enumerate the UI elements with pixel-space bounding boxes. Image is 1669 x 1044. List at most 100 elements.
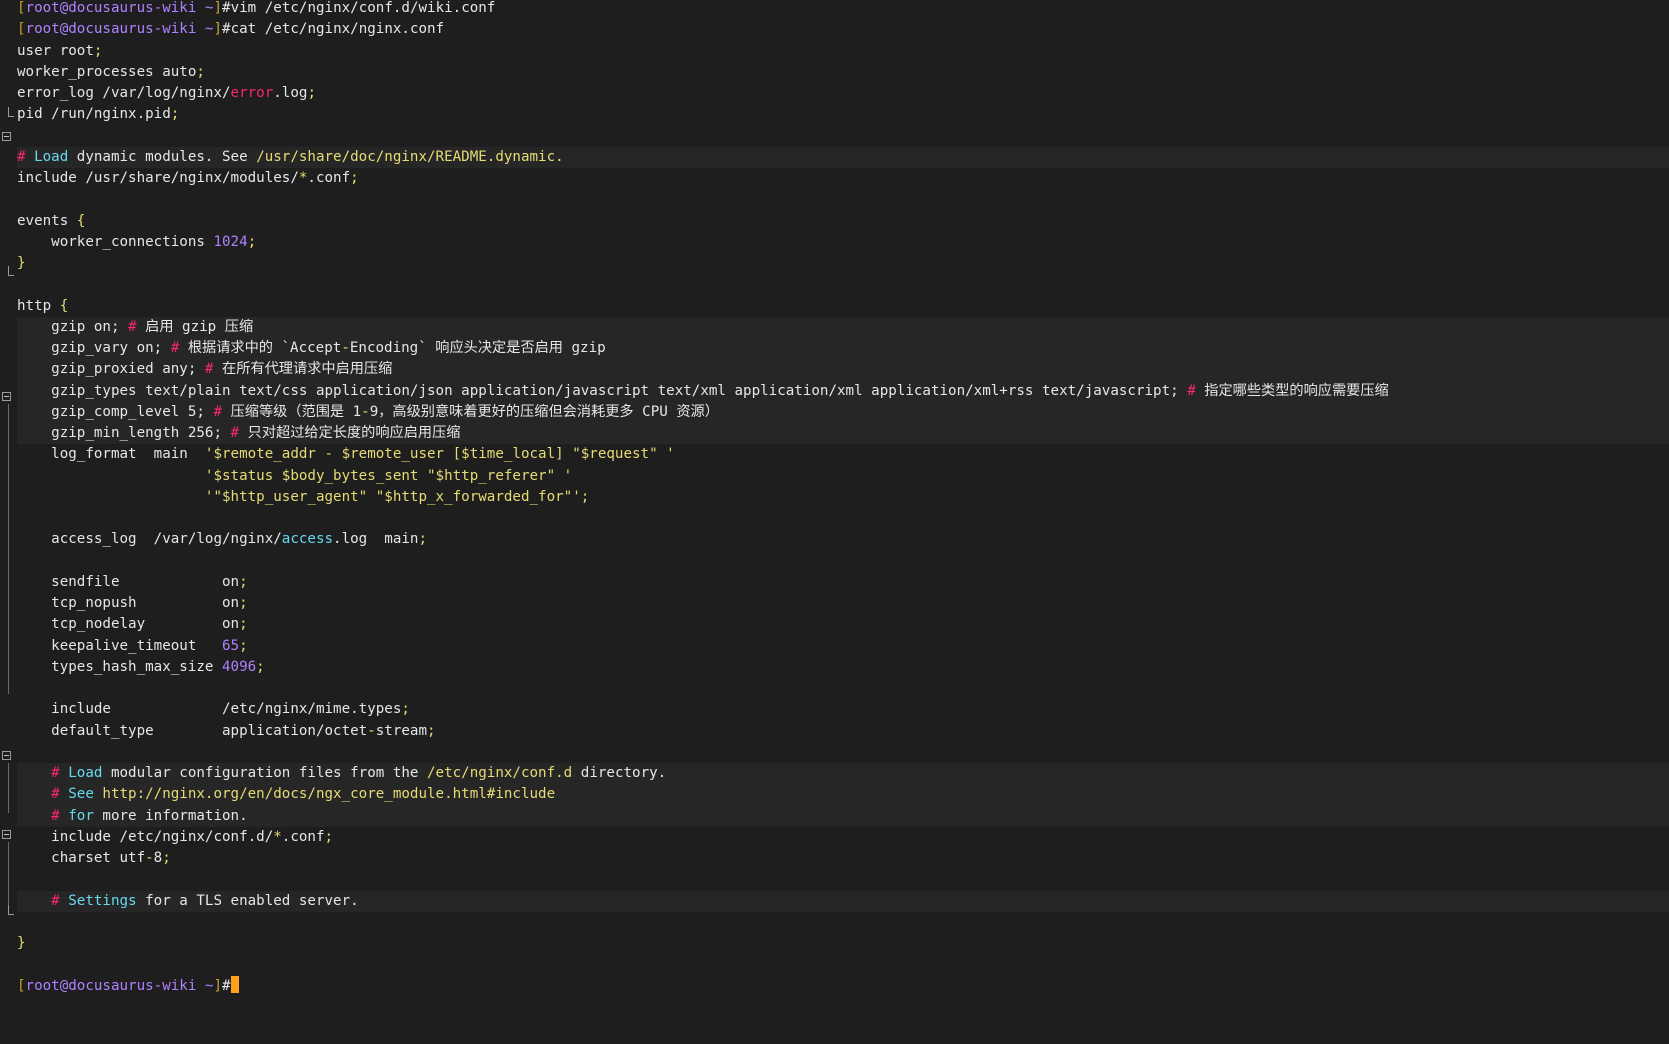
text-token: 4096	[222, 658, 257, 675]
text-token: directory.	[572, 765, 667, 781]
text-token: log_format main	[17, 446, 205, 463]
terminal-line: include /etc/nginx/conf.d/*.conf;	[0, 827, 1669, 848]
text-token: ;	[239, 637, 248, 654]
text-token: root@docusaurus-wiki	[25, 0, 197, 16]
terminal-line: gzip_comp_level 5; # 压缩等级（范围是 1-9，高级别意味着…	[0, 401, 1669, 423]
text-token: dynamic modules. See	[68, 148, 257, 165]
terminal-line: gzip on; # 启用 gzip 压缩	[0, 316, 1669, 338]
text-token: -	[361, 403, 370, 420]
text-token: pid /run/nginx.pid	[17, 106, 171, 123]
text-token: /usr/share/doc/nginx/README.dynamic.	[256, 148, 564, 165]
text-token: ;	[256, 658, 265, 675]
text-token: gzip_min_length 256;	[17, 425, 231, 441]
text-token: .log	[273, 85, 308, 101]
text-token: 压缩等级（范围是 1	[230, 403, 362, 420]
text-token: charset utf	[17, 850, 146, 866]
text-token: *	[273, 828, 282, 845]
text-cursor	[230, 975, 239, 993]
text-token: gzip on;	[17, 318, 129, 335]
terminal-line: types_hash_max_size 4096;	[0, 657, 1669, 678]
text-token: }	[17, 255, 26, 271]
text-token: for a TLS enabled server.	[136, 892, 359, 909]
text-token: ;	[350, 170, 359, 186]
text-token: worker_processes auto	[17, 63, 197, 80]
text-token: #cat /etc/nginx/nginx.conf	[222, 21, 445, 38]
terminal-line: '$status $body_bytes_sent "$http_referer…	[0, 466, 1669, 487]
terminal-line: pid /run/nginx.pid;	[0, 104, 1669, 125]
text-token: #	[17, 148, 35, 165]
text-token: error_log /var/log/nginx/	[17, 85, 231, 101]
text-token: [	[17, 21, 26, 38]
text-token: ]	[213, 21, 223, 38]
text-token: #	[222, 977, 231, 994]
terminal-line: # See http://nginx.org/en/docs/ngx_core_…	[0, 784, 1669, 806]
fold-collapse-icon[interactable]	[2, 751, 11, 760]
text-token: #	[1187, 382, 1205, 399]
text-token: events	[17, 212, 77, 229]
text-token: access	[281, 531, 334, 548]
text-token: http://nginx.org/en/docs/ngx_core_module…	[102, 786, 556, 803]
terminal-line: error_log /var/log/nginx/error.log;	[0, 83, 1669, 104]
text-token: [	[17, 977, 26, 994]
text-token: sendfile on	[17, 573, 240, 590]
text-token: gzip_vary on;	[17, 340, 171, 356]
terminal-line: tcp_nopush on;	[0, 593, 1669, 614]
fold-guide-line	[8, 404, 9, 694]
terminal-line: gzip_proxied any; # 在所有代理请求中启用压缩	[0, 359, 1669, 381]
text-token: Load	[68, 765, 103, 781]
text-token: ;	[307, 85, 316, 101]
text-token: ;	[247, 233, 257, 250]
terminal-line: # Load modular configuration files from …	[0, 763, 1669, 785]
text-token: #	[170, 340, 188, 356]
terminal-line: # for more information.	[0, 805, 1669, 827]
text-token: Settings	[68, 892, 137, 909]
shell-prompt-line[interactable]: [root@docusaurus-wiki ~]#	[0, 975, 1669, 997]
terminal-line: worker_connections 1024;	[0, 232, 1669, 253]
fold-guide-line	[8, 842, 9, 907]
terminal-line: }	[0, 933, 1669, 954]
text-token: #	[17, 892, 69, 909]
terminal-line: # Load dynamic modules. See /usr/share/d…	[0, 146, 1669, 168]
terminal-line: include /etc/nginx/mime.types;	[0, 699, 1669, 720]
text-token: tcp_nopush on	[17, 595, 240, 611]
text-token: modular configuration files from the	[102, 765, 428, 781]
text-token: 8	[153, 850, 163, 866]
text-token: }	[17, 935, 26, 951]
text-token: user root	[17, 42, 94, 59]
text-token: '$status $body_bytes_sent "$http_referer…	[204, 467, 573, 484]
terminal-line: sendfile on;	[0, 572, 1669, 593]
fold-collapse-icon[interactable]	[2, 830, 11, 839]
text-token: ;	[239, 595, 248, 611]
text-token: #vim /etc/nginx/conf.d/wiki.conf	[222, 0, 496, 16]
text-token: worker_connections	[17, 233, 214, 250]
fold-collapse-icon[interactable]	[2, 392, 11, 401]
text-token: {	[76, 212, 86, 229]
text-token: -	[145, 850, 154, 866]
text-token: '"$http_user_agent" "$http_x_forwarded_f…	[204, 488, 590, 505]
fold-collapse-icon[interactable]	[2, 132, 11, 141]
text-token: 只对超过给定长度的响应启用压缩	[247, 425, 461, 441]
text-token: 指定哪些类型的响应需要压缩	[1204, 382, 1389, 399]
text-token: .conf	[281, 828, 325, 845]
terminal-output: [root@docusaurus-wiki ~]#vim /etc/nginx/…	[0, 0, 1669, 997]
text-token: default_type application/octet	[17, 722, 368, 739]
text-token: -	[367, 722, 376, 739]
text-token: ;	[401, 701, 410, 718]
terminal-line: access_log /var/log/nginx/access.log mai…	[0, 529, 1669, 550]
text-token: ;	[239, 573, 248, 590]
text-token: tcp_nodelay on	[17, 616, 240, 633]
text-token: 9，高级别意味着更好的压缩但会消耗更多 CPU 资源）	[369, 403, 719, 420]
text-token: include /etc/nginx/mime.types	[17, 701, 402, 718]
text-token: gzip_proxied any;	[17, 361, 205, 378]
terminal-line: worker_processes auto;	[0, 62, 1669, 83]
text-token: 启用 gzip 压缩	[145, 318, 254, 335]
terminal-window[interactable]: [root@docusaurus-wiki ~]#vim /etc/nginx/…	[0, 0, 1669, 1044]
terminal-line: '"$http_user_agent" "$http_x_forwarded_f…	[0, 487, 1669, 508]
fold-end-icon	[8, 266, 14, 276]
text-token: 根据请求中的 `Accept	[187, 340, 342, 356]
